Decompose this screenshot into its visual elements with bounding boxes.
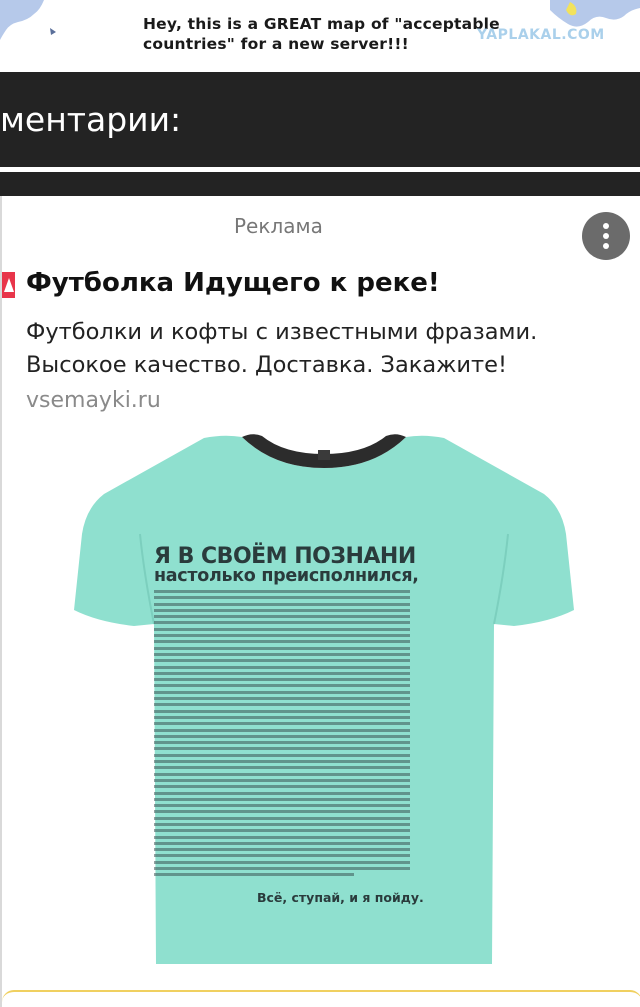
print-subheading: настолько преисполнился, [154, 566, 419, 586]
watermark: YAPLAKAL.COM [477, 27, 605, 43]
banner-caption-line-1: Hey, this is a GREAT map of "acceptable [143, 15, 500, 33]
comments-title: ментарии: [0, 100, 182, 139]
map-fragment-left [0, 0, 56, 40]
ad-marker-icon [2, 272, 15, 298]
ad-domain[interactable]: vsemayki.ru [26, 388, 161, 413]
ad-card[interactable]: Реклама Футболка Идущего к реке! Футболк… [0, 196, 640, 1007]
divider-dark [0, 172, 640, 196]
next-card-edge [2, 990, 640, 1007]
ad-label: Реклама [234, 214, 323, 238]
comments-header: ментарии: [0, 72, 640, 167]
banner-caption-line-2: countries" for a new server!!! [143, 35, 409, 53]
banner-caption: Hey, this is a GREAT map of "acceptable … [143, 14, 500, 54]
ad-menu-button[interactable] [582, 212, 630, 260]
print-body-text [154, 590, 410, 880]
print-signoff: Всё, ступай, и я пойду. [257, 890, 424, 905]
top-banner-image: Hey, this is a GREAT map of "acceptable … [0, 0, 640, 72]
ad-description-line-1: Футболки и кофты с известными фразами. [26, 319, 538, 345]
ad-title[interactable]: Футболка Идущего к реке! [26, 268, 440, 298]
product-image[interactable]: Я В СВОЁМ ПОЗНАНИ настолько преисполнилс… [74, 434, 574, 964]
ad-description-line-2: Высокое качество. Доставка. Закажите! [26, 352, 508, 378]
ad-description: Футболки и кофты с известными фразами. В… [26, 316, 636, 382]
